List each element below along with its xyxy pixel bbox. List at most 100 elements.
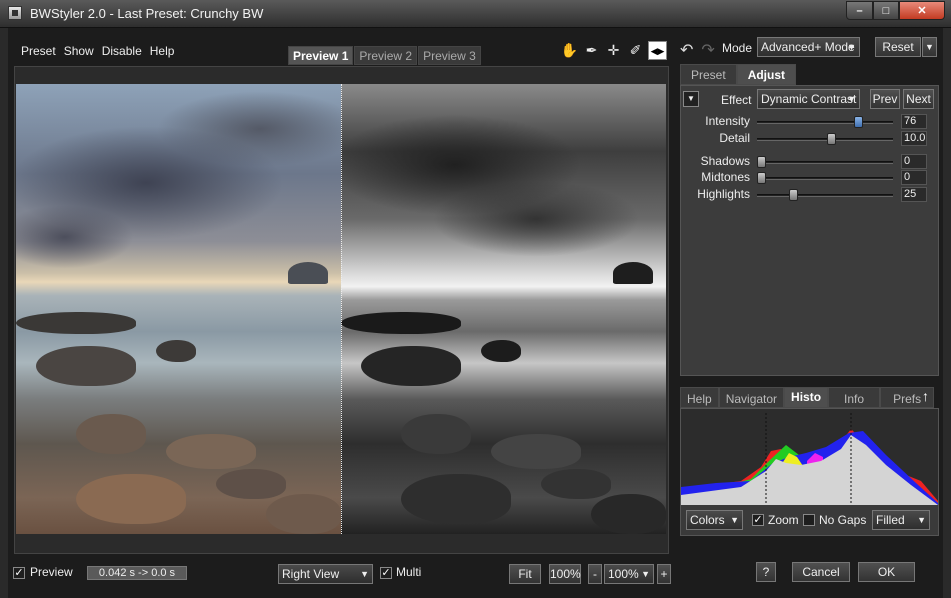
help-button[interactable]: ?: [756, 562, 776, 582]
view-value: Right View: [282, 567, 340, 581]
fit-button[interactable]: Fit: [509, 564, 541, 584]
mode-value: Advanced+ Mode: [761, 40, 855, 54]
chevron-down-icon: ▼: [730, 515, 739, 525]
zoom-100-button[interactable]: 100%: [549, 564, 581, 584]
slider-track[interactable]: [757, 121, 893, 124]
slider-value[interactable]: 25: [901, 187, 927, 202]
zoom-label: Zoom: [768, 513, 799, 527]
eyedropper-icon[interactable]: ✒: [582, 41, 601, 60]
tab-histo[interactable]: Histo: [784, 387, 829, 408]
window-title: BWStyler 2.0 - Last Preset: Crunchy BW: [30, 6, 264, 21]
processed-image: [341, 84, 666, 534]
preview-tabs: Preview 1 Preview 2 Preview 3: [288, 46, 481, 65]
tab-help[interactable]: Help: [680, 387, 719, 408]
close-icon: ✕: [917, 5, 927, 17]
window-frame-right: [943, 28, 951, 598]
crosshair-icon[interactable]: ✛: [604, 41, 623, 60]
tab-info[interactable]: Info: [828, 387, 881, 408]
view-dropdown[interactable]: Right View ▼: [278, 564, 373, 584]
redo-icon[interactable]: ↷: [701, 40, 714, 60]
slider-track[interactable]: [757, 194, 893, 197]
slider-track[interactable]: [757, 177, 893, 180]
slider-thumb[interactable]: [757, 172, 766, 184]
menu-bar: Preset Show Disable Help: [21, 44, 174, 58]
zoom-in-button[interactable]: +: [657, 564, 671, 584]
split-divider[interactable]: [341, 84, 342, 534]
chevron-down-icon: ▼: [925, 42, 934, 52]
slider-value[interactable]: 10.0: [901, 131, 927, 146]
slider-value[interactable]: 76: [901, 114, 927, 129]
fill-dropdown[interactable]: Filled ▼: [872, 510, 930, 530]
hand-icon[interactable]: ✋: [560, 41, 579, 60]
slider-thumb[interactable]: [757, 156, 766, 168]
effect-dropdown[interactable]: Dynamic Contrast ▼: [757, 89, 860, 109]
history-controls: ↶ ↷: [680, 40, 715, 60]
slider-thumb[interactable]: [788, 189, 798, 201]
zoom-out-button[interactable]: -: [588, 564, 602, 584]
minimize-icon: –: [856, 4, 863, 17]
slider-shadows: Shadows 0: [680, 154, 939, 170]
tab-preview-1[interactable]: Preview 1: [288, 46, 354, 65]
chevron-down-icon: ▼: [687, 94, 695, 103]
preview-label: Preview: [30, 565, 73, 579]
mode-label: Mode: [722, 41, 753, 55]
close-button[interactable]: ✕: [899, 1, 945, 20]
slider-track[interactable]: [757, 138, 893, 141]
slider-track[interactable]: [757, 161, 893, 164]
colors-value: Colors: [690, 513, 725, 527]
maximize-button[interactable]: □: [873, 1, 899, 20]
title-bar: BWStyler 2.0 - Last Preset: Crunchy BW –…: [0, 0, 951, 28]
minimize-button[interactable]: –: [846, 1, 873, 20]
effect-label: Effect: [721, 93, 752, 107]
menu-preset[interactable]: Preset: [21, 44, 56, 58]
slider-label: Detail: [719, 131, 750, 145]
right-tabs: Preset Adjust: [680, 64, 797, 85]
menu-help[interactable]: Help: [150, 44, 175, 58]
split-view-icon[interactable]: ◀▶: [648, 41, 667, 60]
zoom-dropdown[interactable]: 100% ▼: [604, 564, 654, 584]
histogram-chart: [681, 409, 938, 505]
preview-checkbox[interactable]: ✓: [13, 567, 25, 579]
tab-preview-3[interactable]: Preview 3: [418, 46, 481, 65]
chevron-down-icon: ▼: [847, 94, 856, 104]
ok-button[interactable]: OK: [858, 562, 915, 582]
chevron-down-icon: ▼: [847, 42, 856, 52]
reset-menu-button[interactable]: ▼: [922, 37, 937, 57]
render-timing: 0.042 s -> 0.0 s: [87, 566, 187, 580]
pin-up-icon[interactable]: ↑: [922, 388, 929, 404]
zoom-checkbox[interactable]: ✓: [752, 514, 764, 526]
tab-navigator[interactable]: Navigator: [718, 387, 785, 408]
undo-icon[interactable]: ↶: [680, 40, 693, 60]
tab-preview-2[interactable]: Preview 2: [354, 46, 418, 65]
cancel-button[interactable]: Cancel: [792, 562, 850, 582]
slider-label: Midtones: [701, 170, 750, 184]
tab-preset[interactable]: Preset: [680, 64, 737, 85]
brush-icon[interactable]: ✐: [626, 41, 645, 60]
menu-show[interactable]: Show: [64, 44, 94, 58]
slider-intensity: Intensity 76: [680, 114, 939, 130]
collapse-button[interactable]: ▼: [683, 91, 699, 107]
menu-disable[interactable]: Disable: [102, 44, 142, 58]
slider-thumb[interactable]: [853, 116, 863, 128]
colors-dropdown[interactable]: Colors ▼: [686, 510, 743, 530]
multi-checkbox[interactable]: ✓: [380, 567, 392, 579]
slider-value[interactable]: 0: [901, 154, 927, 169]
slider-thumb[interactable]: [826, 133, 836, 145]
reset-button[interactable]: Reset: [875, 37, 921, 57]
prev-button[interactable]: Prev: [870, 89, 900, 109]
info-tabs: Help Navigator Histo Info Prefs: [680, 387, 935, 408]
preview-image[interactable]: [16, 84, 666, 534]
next-button[interactable]: Next: [903, 89, 934, 109]
slider-midtones: Midtones 0: [680, 170, 939, 186]
slider-value[interactable]: 0: [901, 170, 927, 185]
mode-dropdown[interactable]: Advanced+ Mode ▼: [757, 37, 860, 57]
slider-label: Intensity: [705, 114, 750, 128]
slider-label: Highlights: [697, 187, 750, 201]
window-frame-left: [0, 28, 8, 598]
original-image: [16, 84, 341, 534]
no-gaps-checkbox[interactable]: [803, 514, 815, 526]
tool-bar: ✋ ✒ ✛ ✐ ◀▶: [560, 41, 667, 60]
tab-adjust[interactable]: Adjust: [736, 64, 797, 85]
slider-highlights: Highlights 25: [680, 187, 939, 203]
chevron-down-icon: ▼: [917, 515, 926, 525]
